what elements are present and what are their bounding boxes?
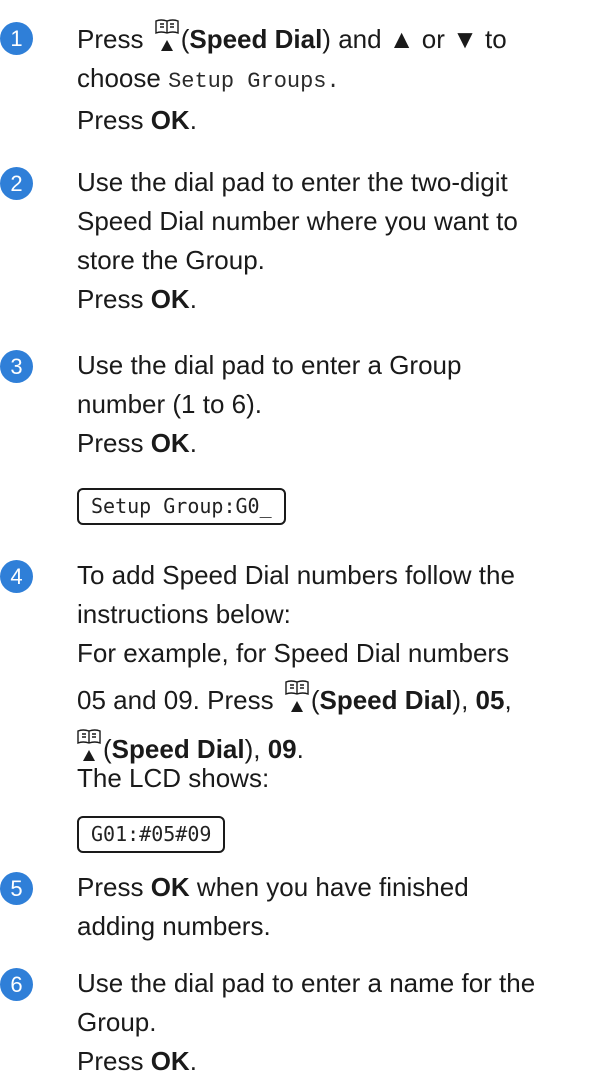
lcd-display: Setup Group:G0_: [77, 488, 286, 525]
step-number: 4: [0, 560, 33, 593]
lcd-display: G01:#05#09: [77, 816, 226, 853]
speed-dial-book-icon: [285, 679, 309, 713]
speed-dial-book-icon: [77, 728, 101, 762]
step-text: Use the dial pad to enter a name for the…: [77, 968, 536, 1076]
step-number: 2: [0, 167, 33, 200]
step-number: 1: [0, 22, 33, 55]
step-number: 5: [0, 872, 33, 905]
step-number: 3: [0, 350, 33, 383]
step-text: Use the dial pad to enter the two-digit …: [77, 167, 518, 314]
speed-dial-book-icon: [154, 18, 179, 52]
step-text: To add Speed Dial numbers follow the ins…: [77, 560, 515, 793]
step-text: Press (Speed Dial) and ▲ or ▼ to choose …: [77, 18, 507, 140]
step-text: Press OK when you have finished adding n…: [77, 872, 469, 941]
step-number: 6: [0, 968, 33, 1001]
menu-option: Setup Groups.: [168, 69, 340, 94]
step-text: Use the dial pad to enter a Group number…: [77, 350, 462, 458]
